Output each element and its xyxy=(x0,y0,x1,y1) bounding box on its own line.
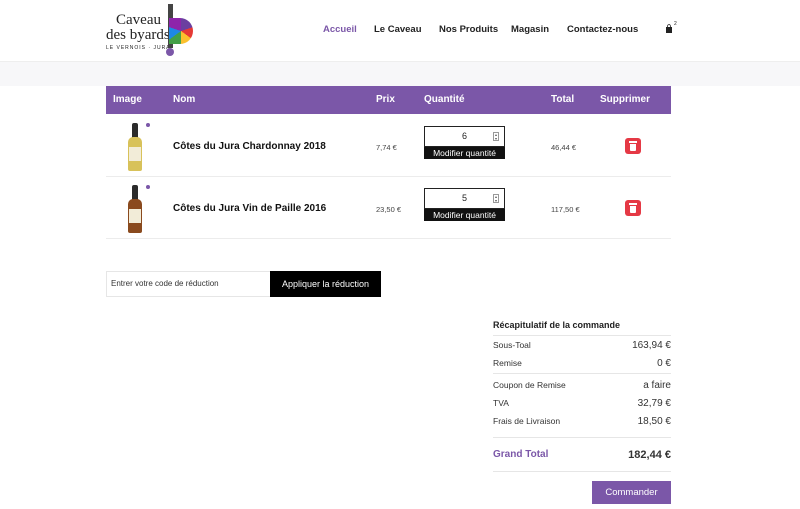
summary-divider xyxy=(493,437,671,438)
summary-coupon: Coupon de Remise a faire xyxy=(493,380,671,391)
summary-discount: Remise 0 € xyxy=(493,358,671,369)
cart-table-header: Image Nom Prix Quantité Total Supprimer xyxy=(106,86,671,114)
cart-button[interactable]: 2 xyxy=(665,21,677,35)
nav-contactez-nous[interactable]: Contactez-nous xyxy=(567,24,638,36)
summary-divider xyxy=(493,373,671,374)
product-name[interactable]: Côtes du Jura Vin de Paille 2016 xyxy=(173,203,326,214)
summary-divider xyxy=(493,335,671,336)
col-delete: Supprimer xyxy=(600,94,651,105)
col-price: Prix xyxy=(376,94,395,105)
delete-button[interactable] xyxy=(625,200,641,216)
modify-quantity-button[interactable]: Modifier quantité xyxy=(424,209,505,221)
grand-total-label: Grand Total xyxy=(493,449,549,460)
product-total: 46,44 € xyxy=(551,143,577,152)
product-price: 23,50 € xyxy=(376,205,402,214)
summary-title: Récapitulatif de la commande xyxy=(493,320,621,330)
product-name[interactable]: Côtes du Jura Chardonnay 2018 xyxy=(173,141,326,152)
col-image: Image xyxy=(113,94,142,105)
mini-logo-icon xyxy=(146,123,150,128)
quantity-value: 6 xyxy=(461,131,467,141)
shipping-label: Frais de Livraison xyxy=(493,416,561,426)
nav-accueil[interactable]: Accueil xyxy=(323,24,357,36)
discount-value: 0 € xyxy=(657,358,671,369)
nav-nos-produits[interactable]: Nos Produits xyxy=(439,24,498,36)
nav-magasin[interactable]: Magasin xyxy=(511,24,549,36)
product-image xyxy=(128,123,142,171)
order-button[interactable]: Commander xyxy=(592,481,671,504)
header-band xyxy=(0,62,800,86)
summary-shipping: Frais de Livraison 18,50 € xyxy=(493,416,671,427)
coupon-code-input[interactable]: Entrer votre code de réduction xyxy=(106,271,270,297)
quantity-value: 5 xyxy=(461,193,467,203)
discount-label: Remise xyxy=(493,358,522,368)
grand-total-value: 182,44 € xyxy=(628,449,671,461)
modify-quantity-button[interactable]: Modifier quantité xyxy=(424,147,505,159)
logo-line2: des byards xyxy=(106,27,170,43)
col-quantity: Quantité xyxy=(424,94,465,105)
shopping-bag-icon xyxy=(666,24,672,33)
col-total: Total xyxy=(551,94,575,105)
col-name: Nom xyxy=(173,94,196,105)
shipping-value: 18,50 € xyxy=(637,416,671,427)
summary-divider xyxy=(493,471,671,472)
summary-subtotal: Sous-Toal 163,94 € xyxy=(493,340,671,351)
table-row: Côtes du Jura Chardonnay 2018 7,74 € 6 ▴… xyxy=(106,115,671,177)
table-row: Côtes du Jura Vin de Paille 2016 23,50 €… xyxy=(106,177,671,239)
summary-tax: TVA 32,79 € xyxy=(493,398,671,409)
summary-grand-total: Grand Total 182,44 € xyxy=(493,449,671,461)
spinner-icon[interactable]: ▴ ▾ xyxy=(493,194,499,203)
delete-button[interactable] xyxy=(625,138,641,154)
mini-logo-icon xyxy=(146,185,150,190)
site-header: Caveau des byards LE VERNOIS · JURA Accu… xyxy=(0,0,800,62)
site-logo[interactable]: Caveau des byards LE VERNOIS · JURA xyxy=(106,4,194,56)
tax-value: 32,79 € xyxy=(637,398,671,409)
logo-dot xyxy=(166,48,174,56)
product-total: 117,50 € xyxy=(551,205,580,214)
coupon-label: Coupon de Remise xyxy=(493,380,566,390)
quantity-input[interactable]: 6 ▴ ▾ xyxy=(424,126,505,147)
product-image xyxy=(128,185,142,233)
apply-coupon-button[interactable]: Appliquer la réduction xyxy=(270,271,381,297)
coupon-value: a faire xyxy=(643,380,671,391)
tax-label: TVA xyxy=(493,398,509,408)
subtotal-label: Sous-Toal xyxy=(493,340,531,350)
quantity-input[interactable]: 5 ▴ ▾ xyxy=(424,188,505,209)
cart-count: 2 xyxy=(674,21,677,27)
spinner-icon[interactable]: ▴ ▾ xyxy=(493,132,499,141)
nav-le-caveau[interactable]: Le Caveau xyxy=(374,24,422,36)
subtotal-value: 163,94 € xyxy=(632,340,671,351)
logo-tagline: LE VERNOIS · JURA xyxy=(106,45,171,51)
product-price: 7,74 € xyxy=(376,143,397,152)
logo-b-bowl xyxy=(169,18,193,44)
logo-line1: Caveau xyxy=(116,12,161,28)
